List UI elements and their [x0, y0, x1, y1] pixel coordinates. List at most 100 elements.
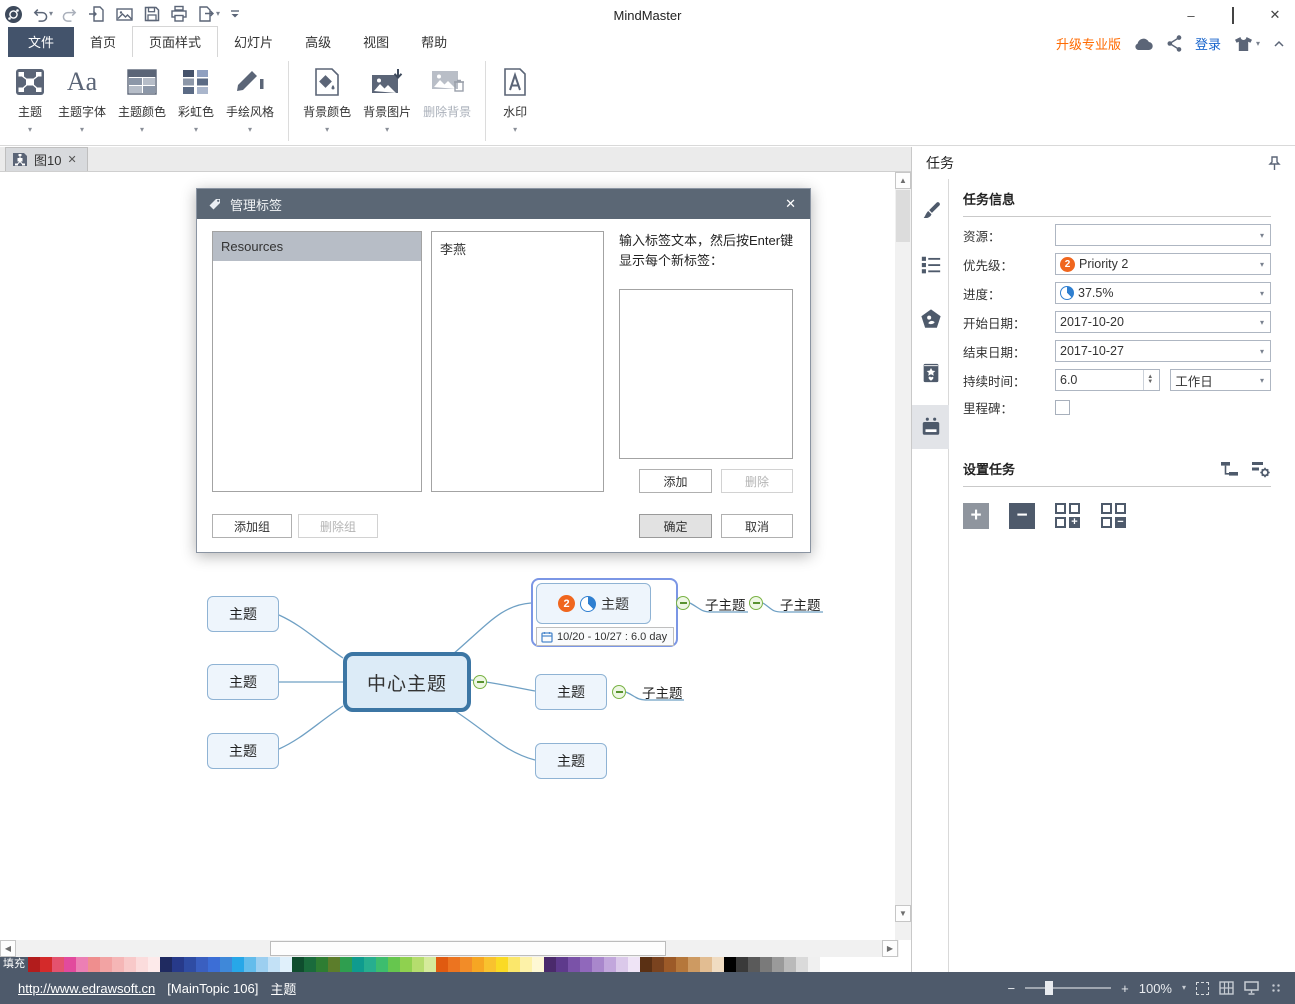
scroll-up-button[interactable]: ▲ [895, 172, 911, 189]
collapse-toggle[interactable] [473, 675, 487, 689]
tab-help[interactable]: 帮助 [405, 27, 463, 57]
fill-color-swatch[interactable] [76, 957, 88, 972]
central-topic-node[interactable]: 中心主题 [343, 652, 471, 712]
minimize-button[interactable]: – [1179, 8, 1203, 23]
pin-icon[interactable] [1268, 155, 1281, 171]
fill-color-swatch[interactable] [748, 957, 760, 972]
theme-color-button[interactable]: 主题颜色 ▾ [112, 57, 172, 145]
fill-color-swatch[interactable] [304, 957, 316, 972]
zoom-out-button[interactable]: − [1008, 981, 1016, 996]
fill-color-swatch[interactable] [688, 957, 700, 972]
fill-color-swatch[interactable] [292, 957, 304, 972]
fill-color-swatch[interactable] [676, 957, 688, 972]
fill-color-swatch[interactable] [784, 957, 796, 972]
dialog-close-button[interactable]: ✕ [781, 196, 800, 212]
topic-node[interactable]: 主题 [207, 664, 279, 700]
skin-dropdown-icon[interactable]: ▾ [1256, 39, 1260, 48]
zoom-in-button[interactable]: + [1121, 981, 1129, 996]
ok-button[interactable]: 确定 [639, 514, 712, 538]
fill-color-swatch[interactable] [712, 957, 724, 972]
fill-color-swatch[interactable] [496, 957, 508, 972]
selected-topic-node[interactable]: 2 主题 10/20 - 10/27 : 6.0 day [531, 578, 678, 647]
fill-color-swatch[interactable] [280, 957, 292, 972]
fill-color-swatch[interactable] [544, 957, 556, 972]
fill-color-swatch[interactable] [724, 957, 736, 972]
subtopic-node[interactable]: 子主题 [705, 594, 746, 614]
hand-drawn-button[interactable]: 手绘风格 ▾ [220, 57, 280, 145]
task-settings-icon[interactable] [1251, 460, 1271, 478]
priority-dropdown[interactable]: 2 Priority 2 ▾ [1055, 253, 1271, 275]
fill-color-swatch[interactable] [172, 957, 184, 972]
tag-input-textarea[interactable] [619, 289, 793, 459]
topic-node[interactable]: 主题 [535, 674, 607, 710]
duration-spinner[interactable]: ▲ ▼ [1143, 370, 1155, 390]
topic-node[interactable]: 主题 [535, 743, 607, 779]
subtopic-node[interactable]: 子主题 [780, 594, 821, 614]
fill-color-swatch[interactable] [616, 957, 628, 972]
tags-list[interactable]: 李燕 [431, 231, 604, 492]
add-tag-button[interactable]: 添加 [639, 469, 712, 493]
fill-color-swatch[interactable] [424, 957, 436, 972]
background-color-button[interactable]: 背景颜色 ▾ [297, 57, 357, 145]
fill-color-swatch[interactable] [124, 957, 136, 972]
panel-tab-task[interactable] [912, 405, 949, 449]
fill-color-swatch[interactable] [604, 957, 616, 972]
fill-color-swatch[interactable] [508, 957, 520, 972]
collapse-toggle[interactable] [612, 685, 626, 699]
tab-home[interactable]: 首页 [74, 27, 132, 57]
fill-color-swatch[interactable] [340, 957, 352, 972]
subtopic-node[interactable]: 子主题 [642, 682, 683, 702]
add-group-button[interactable]: 添加组 [212, 514, 292, 538]
fit-to-window-icon[interactable] [1196, 981, 1209, 995]
theme-button[interactable]: 主题 ▾ [8, 57, 52, 145]
fill-color-swatch[interactable] [736, 957, 748, 972]
fill-color-swatch[interactable] [28, 957, 40, 972]
scroll-right-button[interactable]: ▶ [882, 940, 898, 957]
fill-color-swatch[interactable] [652, 957, 664, 972]
fill-color-swatch[interactable] [580, 957, 592, 972]
mindmap-canvas[interactable]: 中心主题 主题 主题 主题 主题 主题 2 主题 10/20 - 10/27 :… [0, 172, 911, 940]
fill-color-swatch[interactable] [556, 957, 568, 972]
fill-color-swatch[interactable] [220, 957, 232, 972]
fill-color-swatch[interactable] [664, 957, 676, 972]
maximize-button[interactable] [1221, 6, 1245, 24]
horizontal-scroll-thumb[interactable] [270, 941, 666, 956]
resize-grip[interactable] [1271, 983, 1281, 993]
spin-down-icon[interactable]: ▼ [1147, 379, 1155, 385]
fill-color-swatch[interactable] [268, 957, 280, 972]
panel-tab-clipart[interactable] [912, 297, 949, 341]
collapse-ribbon-button[interactable] [1273, 39, 1285, 48]
fill-color-swatch[interactable] [760, 957, 772, 972]
fill-color-swatch[interactable] [196, 957, 208, 972]
fill-color-swatch[interactable] [40, 957, 52, 972]
fill-color-swatch[interactable] [568, 957, 580, 972]
theme-font-button[interactable]: Aa 主题字体 ▾ [52, 57, 112, 145]
fill-color-swatch[interactable] [808, 957, 820, 972]
fill-color-swatch[interactable] [532, 957, 544, 972]
fill-color-swatch[interactable] [460, 957, 472, 972]
duration-input[interactable]: 6.0 ▲ ▼ [1055, 369, 1161, 391]
fill-color-swatch[interactable] [400, 957, 412, 972]
zoom-slider[interactable] [1025, 981, 1112, 995]
page-layout-icon[interactable] [1219, 981, 1234, 995]
topic-node[interactable]: 主题 [207, 596, 279, 632]
fill-color-swatch[interactable] [592, 957, 604, 972]
fill-color-swatch[interactable] [160, 957, 172, 972]
gantt-link-icon[interactable] [1220, 460, 1239, 478]
fill-color-swatch[interactable] [316, 957, 328, 972]
cloud-icon[interactable] [1134, 37, 1154, 51]
share-icon[interactable] [1167, 35, 1182, 52]
milestone-checkbox[interactable] [1055, 400, 1070, 415]
fill-color-swatch[interactable] [796, 957, 808, 972]
progress-dropdown[interactable]: 37.5% ▾ [1055, 282, 1271, 304]
add-all-tasks-button[interactable]: + [1055, 503, 1081, 529]
close-button[interactable]: ✕ [1263, 7, 1287, 23]
fill-color-swatch[interactable] [244, 957, 256, 972]
start-date-dropdown[interactable]: 2017-10-20 ▾ [1055, 311, 1271, 333]
rainbow-color-button[interactable]: 彩虹色 ▾ [172, 57, 220, 145]
fill-color-swatch[interactable] [640, 957, 652, 972]
panel-tab-format[interactable] [912, 189, 949, 233]
skin-button[interactable]: ▾ [1234, 36, 1260, 52]
edrawsoft-link[interactable]: http://www.edrawsoft.cn [18, 981, 155, 996]
panel-tab-outline[interactable] [912, 243, 949, 287]
